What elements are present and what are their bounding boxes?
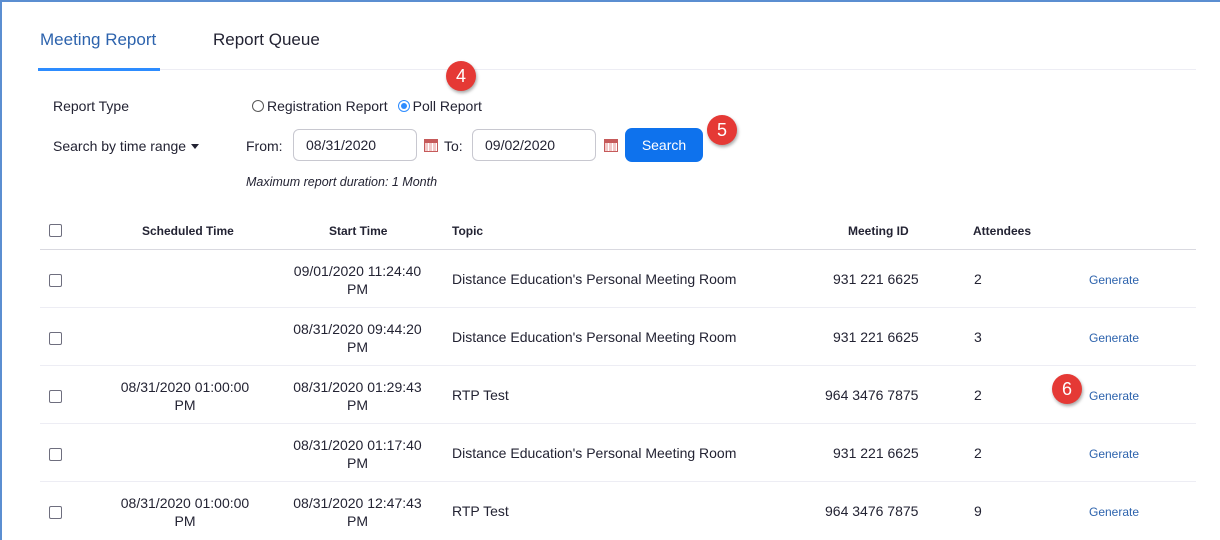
to-date-input[interactable]: 09/02/2020 — [472, 129, 596, 161]
radio-label: Poll Report — [412, 98, 482, 114]
topic-cell: Distance Education's Personal Meeting Ro… — [452, 329, 737, 345]
meeting-report-table: Scheduled Time Start Time Topic Meeting … — [40, 212, 1196, 540]
table-row: 08/31/2020 01:00:00 PM 08/31/2020 01:29:4… — [40, 366, 1196, 424]
scheduled-time-cell: 08/31/2020 01:00:00 PM — [120, 379, 250, 413]
table-row: 08/31/2020 01:17:40 PM Distance Education… — [40, 424, 1196, 482]
header-meeting-id: Meeting ID — [848, 224, 909, 238]
caret-down-icon — [191, 143, 200, 149]
generate-link[interactable]: Generate — [1089, 389, 1139, 403]
meeting-id-cell: 931 221 6625 — [833, 445, 919, 461]
from-label: From: — [246, 138, 283, 154]
start-time-cell: 08/31/2020 01:17:40 PM — [293, 437, 422, 471]
row-checkbox[interactable] — [49, 332, 62, 345]
meeting-id-cell: 931 221 6625 — [833, 329, 919, 345]
tab-report-queue[interactable]: Report Queue — [213, 30, 320, 50]
to-label: To: — [444, 138, 463, 154]
radio-button[interactable] — [252, 100, 264, 112]
search-by-dropdown[interactable]: Search by time range — [53, 138, 200, 154]
row-checkbox[interactable] — [49, 448, 62, 461]
calendar-icon[interactable] — [604, 139, 618, 152]
generate-link[interactable]: Generate — [1089, 447, 1139, 461]
callout-badge-4: 4 — [446, 61, 476, 91]
table-row: 08/31/2020 09:44:20 PM Distance Education… — [40, 308, 1196, 366]
start-time-cell: 09/01/2020 11:24:40 PM — [293, 263, 422, 297]
start-time-cell: 08/31/2020 01:29:43 PM — [293, 379, 422, 413]
generate-link[interactable]: Generate — [1089, 505, 1139, 519]
topic-cell: Distance Education's Personal Meeting Ro… — [452, 271, 737, 287]
report-type-radio-group: Registration Report Poll Report — [252, 98, 492, 114]
dropdown-label: Search by time range — [53, 138, 187, 154]
meeting-id-cell: 931 221 6625 — [833, 271, 919, 287]
header-attendees: Attendees — [973, 224, 1032, 238]
search-button[interactable]: Search — [625, 128, 703, 162]
start-time-cell: 08/31/2020 09:44:20 PM — [293, 321, 422, 355]
header-topic: Topic — [452, 224, 484, 238]
attendees-cell: 2 — [974, 271, 982, 287]
row-checkbox[interactable] — [49, 274, 62, 287]
radio-button[interactable] — [397, 100, 410, 112]
topic-cell: Distance Education's Personal Meeting Ro… — [452, 445, 737, 461]
attendees-cell: 9 — [974, 503, 982, 519]
calendar-icon[interactable] — [424, 139, 438, 152]
scheduled-time-cell: 08/31/2020 01:00:00 PM — [120, 495, 250, 529]
radio-registration-report[interactable]: Registration Report — [252, 98, 388, 114]
report-type-label: Report Type — [53, 98, 130, 114]
attendees-cell: 3 — [974, 329, 982, 345]
attendees-cell: 2 — [974, 445, 982, 461]
report-tabs: Meeting Report Report Queue — [37, 26, 1196, 71]
table-row: 09/01/2020 11:24:40 PM Distance Education… — [40, 250, 1196, 308]
callout-badge-5: 5 — [707, 115, 737, 145]
from-date-input[interactable]: 08/31/2020 — [293, 129, 417, 161]
tab-meeting-report[interactable]: Meeting Report — [37, 30, 161, 71]
radio-label: Registration Report — [267, 98, 388, 114]
start-time-cell: 08/31/2020 12:47:43 PM — [293, 495, 422, 529]
topic-cell: RTP Test — [452, 503, 509, 519]
row-checkbox[interactable] — [49, 506, 62, 519]
meeting-id-cell: 964 3476 7875 — [825, 387, 919, 403]
header-start-time: Start Time — [329, 224, 388, 238]
table-header: Scheduled Time Start Time Topic Meeting … — [40, 212, 1196, 250]
select-all-checkbox[interactable] — [49, 224, 62, 237]
generate-link[interactable]: Generate — [1089, 331, 1139, 345]
meeting-id-cell: 964 3476 7875 — [825, 503, 919, 519]
row-checkbox[interactable] — [49, 390, 62, 403]
header-scheduled-time: Scheduled Time — [142, 224, 234, 238]
table-row: 08/31/2020 01:00:00 PM 08/31/2020 12:47:4… — [40, 482, 1196, 540]
radio-poll-report[interactable]: Poll Report — [397, 98, 482, 114]
max-duration-note: Maximum report duration: 1 Month — [246, 175, 438, 189]
topic-cell: RTP Test — [452, 387, 509, 403]
attendees-cell: 2 — [974, 387, 982, 403]
generate-link[interactable]: Generate — [1089, 273, 1139, 287]
